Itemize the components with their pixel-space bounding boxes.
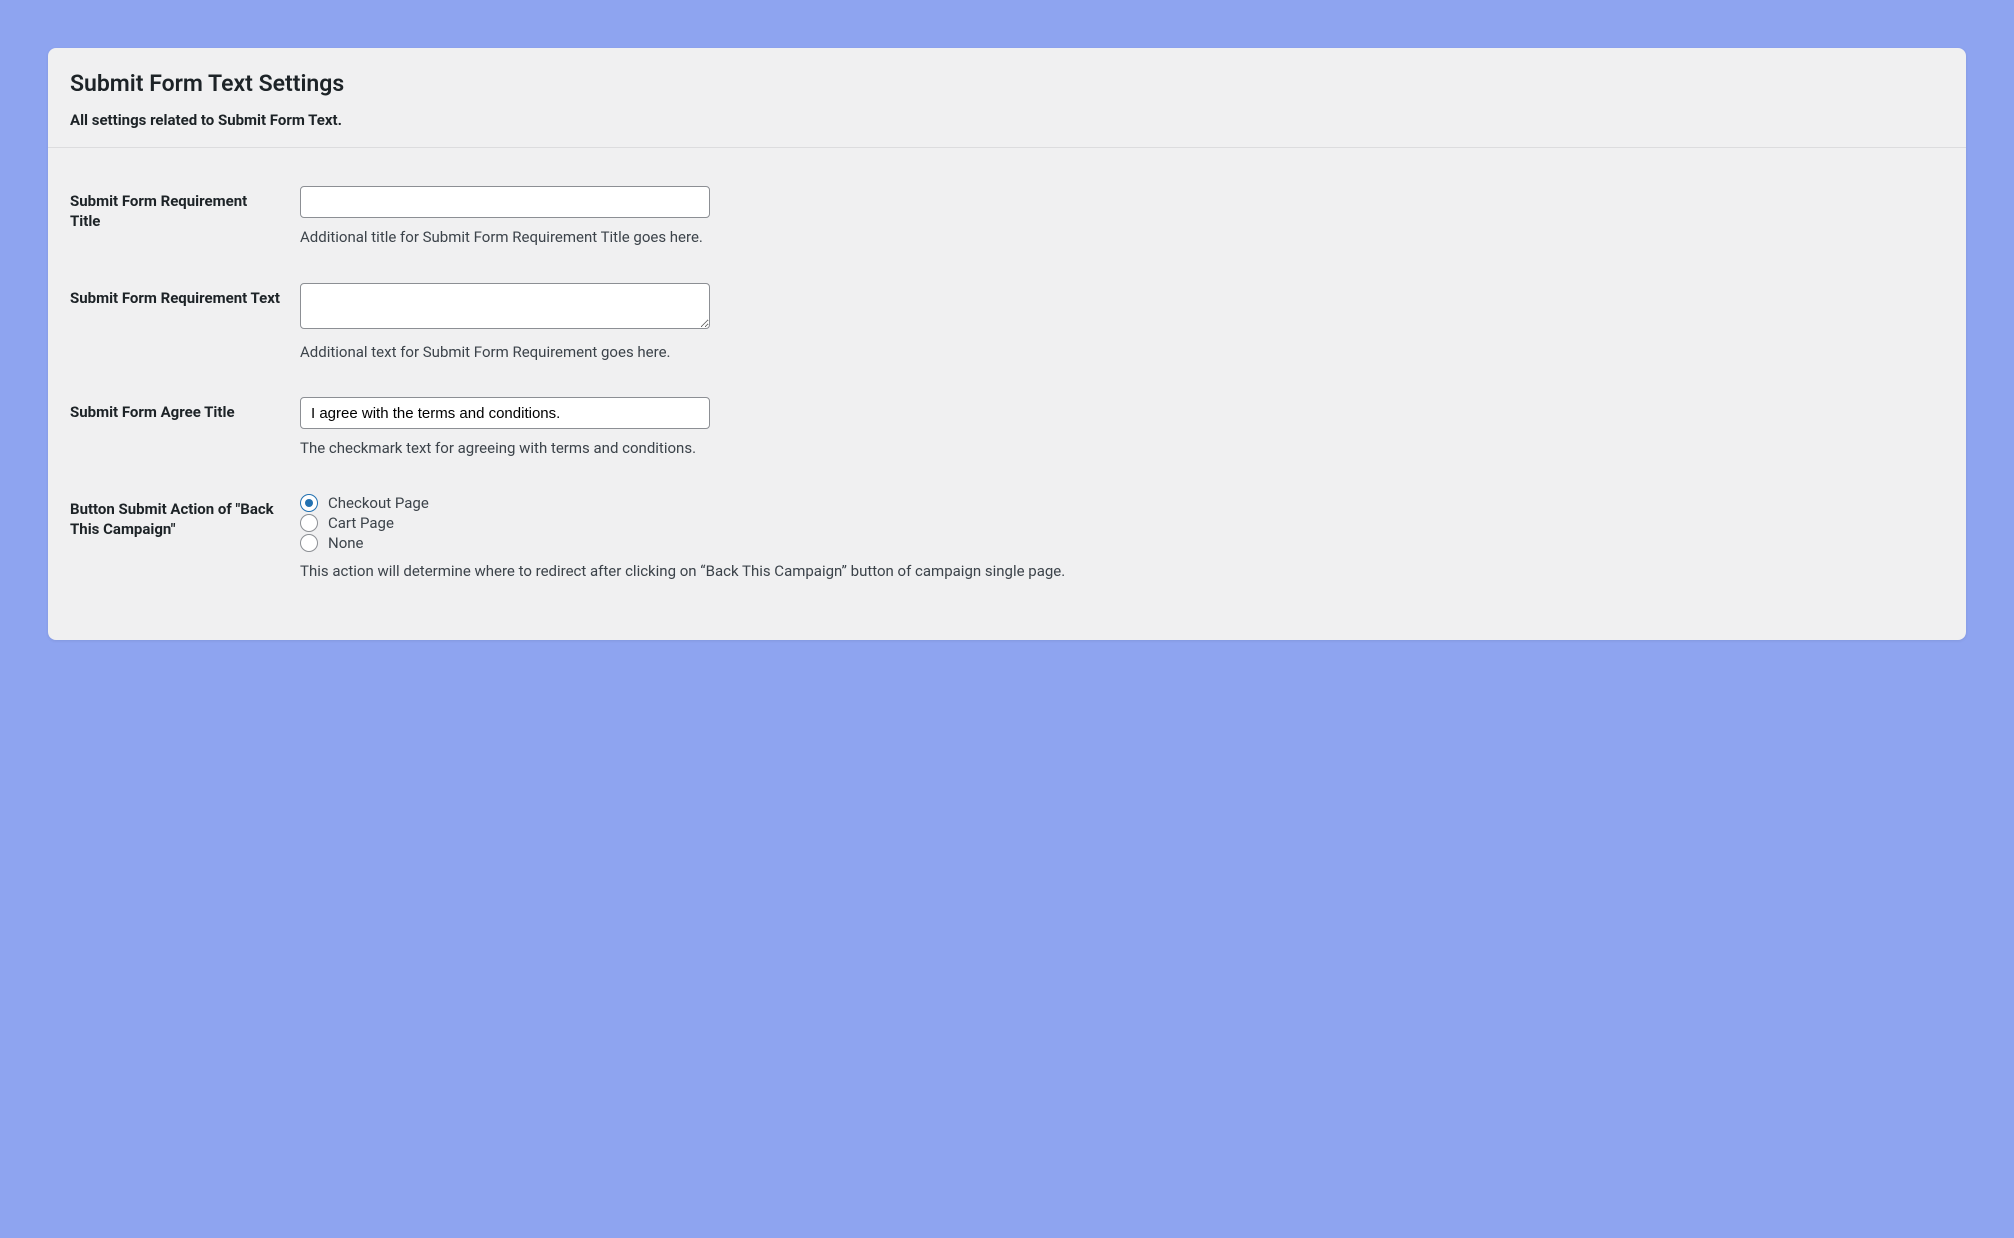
page-title: Submit Form Text Settings — [70, 70, 1944, 97]
input-agree-title[interactable] — [300, 397, 710, 429]
cell-agree-title: The checkmark text for agreeing with ter… — [300, 387, 1944, 484]
label-submit-action: Button Submit Action of "Back This Campa… — [70, 484, 300, 607]
divider — [48, 147, 1966, 148]
desc-requirement-title: Additional title for Submit Form Require… — [300, 226, 1944, 249]
label-requirement-text: Submit Form Requirement Text — [70, 273, 300, 388]
radio-item-checkout: Checkout Page — [300, 494, 1944, 512]
settings-panel: Submit Form Text Settings All settings r… — [48, 48, 1966, 640]
radio-label-checkout-page[interactable]: Checkout Page — [328, 494, 429, 512]
input-requirement-title[interactable] — [300, 186, 710, 218]
radio-label-none[interactable]: None — [328, 534, 364, 552]
radio-none[interactable] — [300, 534, 318, 552]
desc-agree-title: The checkmark text for agreeing with ter… — [300, 437, 1944, 460]
panel-header: Submit Form Text Settings All settings r… — [48, 70, 1966, 129]
row-agree-title: Submit Form Agree Title The checkmark te… — [70, 387, 1944, 484]
cell-requirement-title: Additional title for Submit Form Require… — [300, 176, 1944, 273]
cell-submit-action: Checkout Page Cart Page None This — [300, 484, 1944, 607]
settings-form-table: Submit Form Requirement Title Additional… — [70, 176, 1944, 606]
desc-requirement-text: Additional text for Submit Form Requirem… — [300, 341, 1944, 364]
radio-cart-page[interactable] — [300, 514, 318, 532]
row-requirement-text: Submit Form Requirement Text Additional … — [70, 273, 1944, 388]
radio-item-none: None — [300, 534, 1944, 552]
row-submit-action: Button Submit Action of "Back This Campa… — [70, 484, 1944, 607]
label-requirement-title: Submit Form Requirement Title — [70, 176, 300, 273]
radio-label-cart-page[interactable]: Cart Page — [328, 514, 394, 532]
cell-requirement-text: Additional text for Submit Form Requirem… — [300, 273, 1944, 388]
radio-item-cart: Cart Page — [300, 514, 1944, 532]
desc-submit-action: This action will determine where to redi… — [300, 560, 1944, 583]
radio-checkout-page[interactable] — [300, 494, 318, 512]
textarea-requirement-text[interactable] — [300, 283, 710, 329]
page-subtitle: All settings related to Submit Form Text… — [70, 111, 1944, 129]
radio-group-submit-action: Checkout Page Cart Page None — [300, 494, 1944, 552]
label-agree-title: Submit Form Agree Title — [70, 387, 300, 484]
row-requirement-title: Submit Form Requirement Title Additional… — [70, 176, 1944, 273]
panel-body: Submit Form Requirement Title Additional… — [48, 176, 1966, 606]
